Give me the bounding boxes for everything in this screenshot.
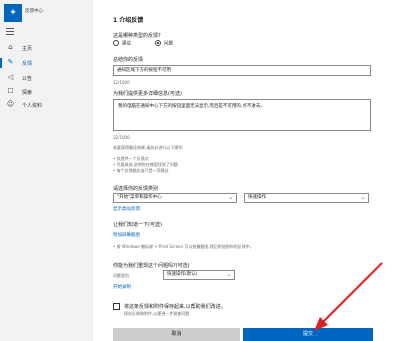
radio-problem[interactable]: 问题 <box>155 40 173 48</box>
radio-suggestion[interactable]: 建议 <box>113 40 131 48</box>
section-title: 1 介绍反馈 <box>113 17 144 24</box>
recreate-label: 你能为我们重现这个问题吗?(可选) <box>113 263 190 269</box>
chevron-down-icon: ⌄ <box>228 195 233 201</box>
sidebar-item-label: 个人资料 <box>22 103 43 109</box>
chevron-down-icon: ⌄ <box>226 272 231 278</box>
recreate-select[interactable]: 快速操作(默认) ⌄ <box>163 270 235 280</box>
chevron-down-icon: ⌄ <box>360 195 365 201</box>
type-question: 这是哪种类型的反馈? <box>113 33 161 39</box>
home-icon: ⌂ <box>8 43 13 51</box>
recreate-select-value: 快速操作(默认) <box>167 272 198 277</box>
screenshot-note: • 按 Windows 徽标键 + Print Screen 可以拍摄截图,然后… <box>113 244 254 249</box>
sidebar-item-label: 主页 <box>22 46 33 52</box>
submit-button[interactable]: 提交 <box>243 328 373 341</box>
sidebar-item-quests[interactable]: ☐ 探索 <box>0 86 93 98</box>
sidebar-item-home[interactable]: ⌂ 主页 <box>0 42 93 54</box>
radio-label: 问题 <box>164 41 173 47</box>
sidebar-item-label: 探索 <box>22 90 33 96</box>
category-select-value: "开始"菜单和操作中心 <box>117 195 162 200</box>
start-recording-link[interactable]: 开始录制 <box>113 284 131 290</box>
details-label: 为我们提供更多详细信息(可选) <box>113 91 182 97</box>
similar-feedback-link[interactable]: 显示类似反馈 <box>113 206 140 212</box>
person-icon: ☺ <box>6 100 15 108</box>
consent-sublabel: 保存反馈和附件,以便进一步调查问题 <box>124 311 190 316</box>
sidebar-item-announcements[interactable]: ◁ 公告 <box>0 72 93 84</box>
megaphone-icon: ◁ <box>7 73 14 81</box>
cancel-button[interactable]: 取消 <box>113 328 240 341</box>
summary-input[interactable]: 通知区域下方的按钮不可用 <box>113 65 371 76</box>
sidebar: ✦ 反馈中心 ⌂ 主页 ✎ 反馈 ◁ 公告 ☐ 探索 ☺ 个人资料 <box>0 0 93 341</box>
subcategory-select-value: 快速操作 <box>248 195 266 200</box>
summary-label: 总结你的反馈 <box>113 57 144 63</box>
feedback-form: 1 介绍反馈 这是哪种类型的反馈? 建议 问题 总结你的反馈 通知区域下方的按钮… <box>93 0 395 341</box>
feedback-icon: ✎ <box>7 58 14 66</box>
app-title: 反馈中心 <box>25 9 43 14</box>
sidebar-item-label: 公告 <box>22 76 33 82</box>
details-char-count: 32/1000 <box>113 135 130 140</box>
app-logo-icon: ✦ <box>4 4 22 22</box>
add-detail-label: 让我们知道一下(可选) <box>113 222 162 228</box>
attach-screenshot-link[interactable]: 附加屏幕截图 <box>113 232 140 238</box>
category-label: 请选择你的反馈类别 <box>113 186 159 192</box>
subcategory-select[interactable]: 快速操作 ⌄ <box>244 193 369 203</box>
hamburger-menu-icon[interactable] <box>6 28 14 37</box>
consent-label: 将这条反馈和附件保存起来,以帮助我们改进。 <box>124 304 226 310</box>
radio-label: 建议 <box>122 41 131 47</box>
consent-checkbox[interactable] <box>113 303 120 310</box>
details-textarea[interactable]: 我的电脑在通知中心下方的按钮里面无法显示,而且是不可用的,点不进去。 <box>113 99 371 131</box>
quests-icon: ☐ <box>7 87 14 95</box>
tips-intro: 若要获得最佳效果,请务必进行以下操作: <box>113 145 184 150</box>
sidebar-item-profile[interactable]: ☺ 个人资料 <box>0 99 93 111</box>
category-select[interactable]: "开始"菜单和操作中心 ⌄ <box>113 193 237 203</box>
sidebar-item-label: 反馈 <box>22 61 33 67</box>
recreate-category-label: 问题类别 <box>113 273 129 278</box>
tip-item: • 每个反馈都应该只是一项建议 <box>113 168 169 173</box>
sidebar-item-feedback[interactable]: ✎ 反馈 <box>0 57 93 69</box>
radio-circle-checked <box>155 40 161 46</box>
radio-circle <box>113 40 119 46</box>
summary-char-count: 12/1000 <box>113 80 130 85</box>
